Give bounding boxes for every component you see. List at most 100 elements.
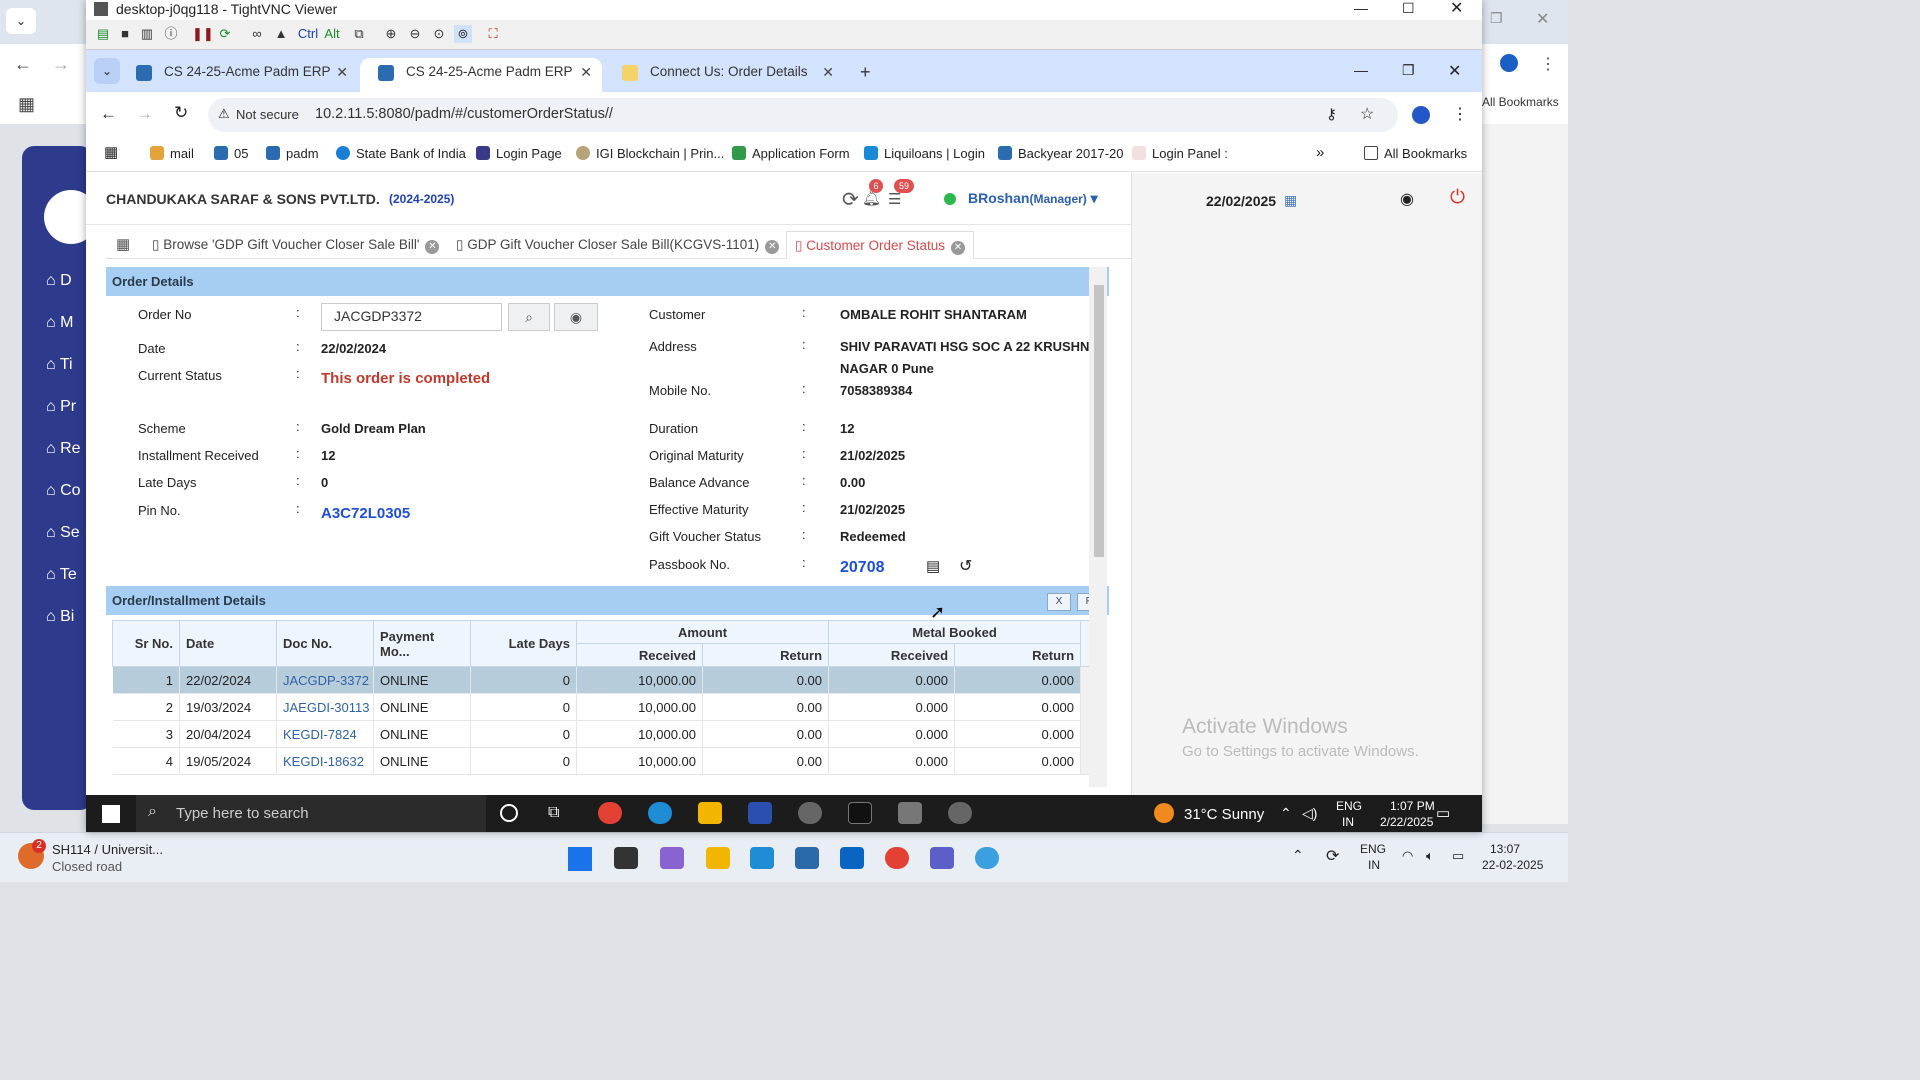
bookmark-item[interactable]: mail — [150, 146, 194, 161]
host-battery-icon[interactable]: ▭ — [1452, 848, 1464, 864]
passbook-card-icon[interactable]: ▤ — [926, 557, 940, 575]
reload-icon[interactable]: ↻ — [174, 103, 188, 123]
host-sidebar-item[interactable]: ⌂ Pr — [46, 398, 76, 416]
bookmark-item[interactable]: Login Panel : — [1132, 146, 1228, 161]
bookmark-item[interactable]: Application Form — [732, 146, 850, 161]
clock-time[interactable]: 1:07 PM — [1390, 799, 1435, 813]
host-tab-menu-button[interactable]: ⌄ — [6, 8, 36, 34]
tray-chevron-icon[interactable]: ⌃ — [1280, 805, 1292, 822]
vnc-alt-key[interactable]: Alt — [322, 25, 342, 43]
apps-grid-icon[interactable]: ▦ — [104, 143, 118, 161]
bookmark-item[interactable]: State Bank of India — [336, 146, 466, 161]
browser-tab-search-button[interactable]: ⌄ — [94, 58, 120, 84]
bookmark-item[interactable]: padm — [266, 146, 319, 161]
host-sync-icon[interactable]: ⟳ — [1326, 846, 1339, 866]
host-sidebar-item[interactable]: ⌂ Re — [46, 440, 81, 458]
user-menu[interactable]: BRoshan(Manager) ▾ — [968, 190, 1098, 207]
vnc-new-connection-icon[interactable]: ▤ — [94, 25, 112, 43]
host-close-icon[interactable]: ✕ — [1536, 9, 1549, 29]
weather-text[interactable]: 31°C Sunny — [1184, 806, 1264, 823]
col-sr[interactable]: Sr No. — [112, 620, 180, 667]
omnibox[interactable]: ⚠ Not secure 10.2.11.5:8080/padm/#/custo… — [208, 98, 1398, 132]
host-sidebar-item[interactable]: ⌂ Bi — [46, 608, 74, 626]
col-metal-received[interactable]: Received — [828, 643, 956, 667]
browser-minimize-icon[interactable]: — — [1354, 62, 1368, 78]
bookmarks-overflow-icon[interactable]: » — [1316, 144, 1324, 161]
host-notification-title[interactable]: SH114 / Universit... — [52, 842, 163, 857]
bookmark-item[interactable]: Backyear 2017-20 — [998, 146, 1124, 161]
password-key-icon[interactable]: ⚷ — [1326, 105, 1337, 123]
col-payment-mode[interactable]: Payment Mo... — [373, 620, 471, 667]
cell-doc-link[interactable]: JACGDP-3372 — [276, 666, 374, 694]
tab-close-icon[interactable]: ✕ — [425, 240, 440, 254]
chrome-menu-icon[interactable]: ⋮ — [1452, 104, 1468, 124]
vnc-close-icon[interactable]: ✕ — [1450, 0, 1463, 18]
chrome-icon[interactable] — [598, 802, 622, 824]
taskbar-search-box[interactable]: ⌕ Type here to search — [136, 795, 486, 832]
new-tab-icon[interactable]: + — [860, 62, 871, 83]
host-copilot-icon[interactable] — [660, 847, 684, 869]
host-sidebar-item[interactable]: ⌂ Te — [46, 566, 77, 584]
host-wifi-icon[interactable]: ◠ — [1402, 848, 1413, 864]
host-restore-icon[interactable]: ❐ — [1490, 10, 1503, 27]
cell-doc-link[interactable]: KEGDI-7824 — [276, 720, 374, 748]
profile-icon[interactable] — [1412, 106, 1430, 124]
browser-close-icon[interactable]: ✕ — [1448, 61, 1461, 81]
content-scrollbar[interactable] — [1089, 267, 1107, 787]
host-all-bookmarks[interactable]: All Bookmarks — [1482, 95, 1559, 109]
vnc-cad-icon[interactable]: ▲ — [272, 25, 290, 43]
erp-tab-active[interactable]: ▯ Customer Order Status ✕ — [786, 231, 974, 259]
bookmark-star-icon[interactable]: ☆ — [1360, 104, 1374, 124]
host-tray-chevron-icon[interactable]: ⌃ — [1292, 847, 1304, 864]
order-no-input[interactable]: JACGDP3372 — [321, 303, 502, 331]
host-sidebar-item[interactable]: ⌂ D — [46, 272, 72, 290]
vnc-save-icon[interactable]: ■ — [116, 25, 134, 43]
tab-close-icon[interactable]: ✕ — [822, 58, 834, 86]
browser-tab[interactable]: Connect Us: Order Details ✕ — [604, 58, 844, 92]
vnc-options-icon[interactable]: ▥ — [138, 25, 156, 43]
host-outlook-icon[interactable] — [840, 847, 864, 869]
cell-doc-link[interactable]: JAEGDI-30113 — [276, 693, 374, 721]
host-explorer-icon[interactable] — [706, 847, 730, 869]
erp-tab[interactable]: ▯ GDP Gift Voucher Closer Sale Bill(KCGV… — [456, 231, 780, 259]
hide-eye-icon[interactable]: ◉ — [1400, 189, 1414, 209]
col-amount-received[interactable]: Received — [576, 643, 703, 667]
erp-tab[interactable]: ▯ Browse 'GDP Gift Voucher Closer Sale B… — [152, 231, 440, 259]
action-center-icon[interactable]: ▭ — [1436, 804, 1450, 822]
host-lang1[interactable]: ENG — [1360, 842, 1386, 856]
menu-grid-icon[interactable]: ▦ — [116, 231, 130, 259]
table-row[interactable]: 3 20/04/2024 KEGDI-7824 ONLINE 0 10,000.… — [112, 720, 1103, 748]
col-date[interactable]: Date — [179, 620, 277, 667]
vnc-ctrl-key[interactable]: Ctrl — [296, 25, 320, 43]
cortana-icon[interactable] — [500, 804, 518, 822]
vnc-zoom-out-icon[interactable]: ⊖ — [406, 25, 424, 43]
host-sidebar-item[interactable]: ⌂ Ti — [46, 356, 73, 374]
vnc-zoom-fit-icon[interactable]: ⊚ — [454, 25, 472, 43]
vnc-fullscreen-icon[interactable]: ⛶ — [484, 25, 502, 43]
app-icon[interactable] — [748, 802, 772, 824]
bookmark-item[interactable]: Login Page — [476, 146, 562, 161]
cell-doc-link[interactable]: KEGDI-18632 — [276, 747, 374, 775]
host-sidebar-item[interactable]: ⌂ Co — [46, 482, 81, 500]
browser-tab-active[interactable]: CS 24-25-Acme Padm ERP Platf ✕ — [360, 58, 602, 107]
not-secure-label[interactable]: Not secure — [236, 107, 299, 122]
view-button[interactable]: ◉ — [554, 303, 598, 331]
col-doc[interactable]: Doc No. — [276, 620, 374, 667]
app-icon[interactable] — [948, 802, 972, 824]
vnc-zoom-in-icon[interactable]: ⊕ — [382, 25, 400, 43]
table-row[interactable]: 4 19/05/2024 KEGDI-18632 ONLINE 0 10,000… — [112, 747, 1103, 775]
power-icon[interactable]: ⏻ — [1450, 187, 1465, 209]
vnc-refresh-icon[interactable]: ⟳ — [216, 25, 234, 43]
table-row[interactable]: 1 22/02/2024 JACGDP-3372 ONLINE 0 10,000… — [112, 666, 1104, 775]
tab-close-icon[interactable]: ✕ — [950, 241, 965, 255]
host-start-icon[interactable] — [568, 847, 592, 871]
history-icon[interactable]: ↺ — [959, 556, 972, 576]
col-late-days[interactable]: Late Days — [470, 620, 577, 667]
host-apps-icon[interactable]: ▦ — [18, 94, 35, 115]
forward-icon[interactable]: → — [136, 104, 153, 124]
col-amount-return[interactable]: Return — [701, 643, 830, 667]
terminal-icon[interactable] — [848, 802, 872, 824]
vnc-pause-icon[interactable]: ❚❚ — [192, 25, 214, 43]
bookmark-item[interactable]: Liquiloans | Login — [864, 146, 985, 161]
host-app-icon[interactable] — [975, 847, 999, 869]
